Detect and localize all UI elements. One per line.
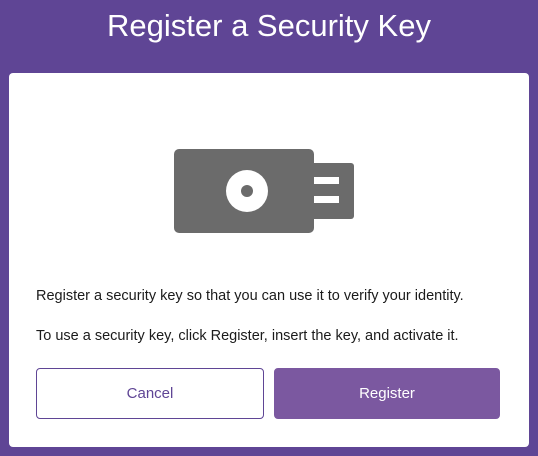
register-security-key-card: Register a security key so that you can … bbox=[9, 73, 529, 447]
description-secondary: To use a security key, click Register, i… bbox=[36, 328, 459, 344]
cancel-button[interactable]: Cancel bbox=[36, 368, 264, 419]
usb-security-key-icon bbox=[174, 149, 354, 233]
page-title: Register a Security Key bbox=[107, 8, 431, 43]
description-primary: Register a security key so that you can … bbox=[36, 288, 464, 304]
register-button[interactable]: Register bbox=[274, 368, 500, 419]
